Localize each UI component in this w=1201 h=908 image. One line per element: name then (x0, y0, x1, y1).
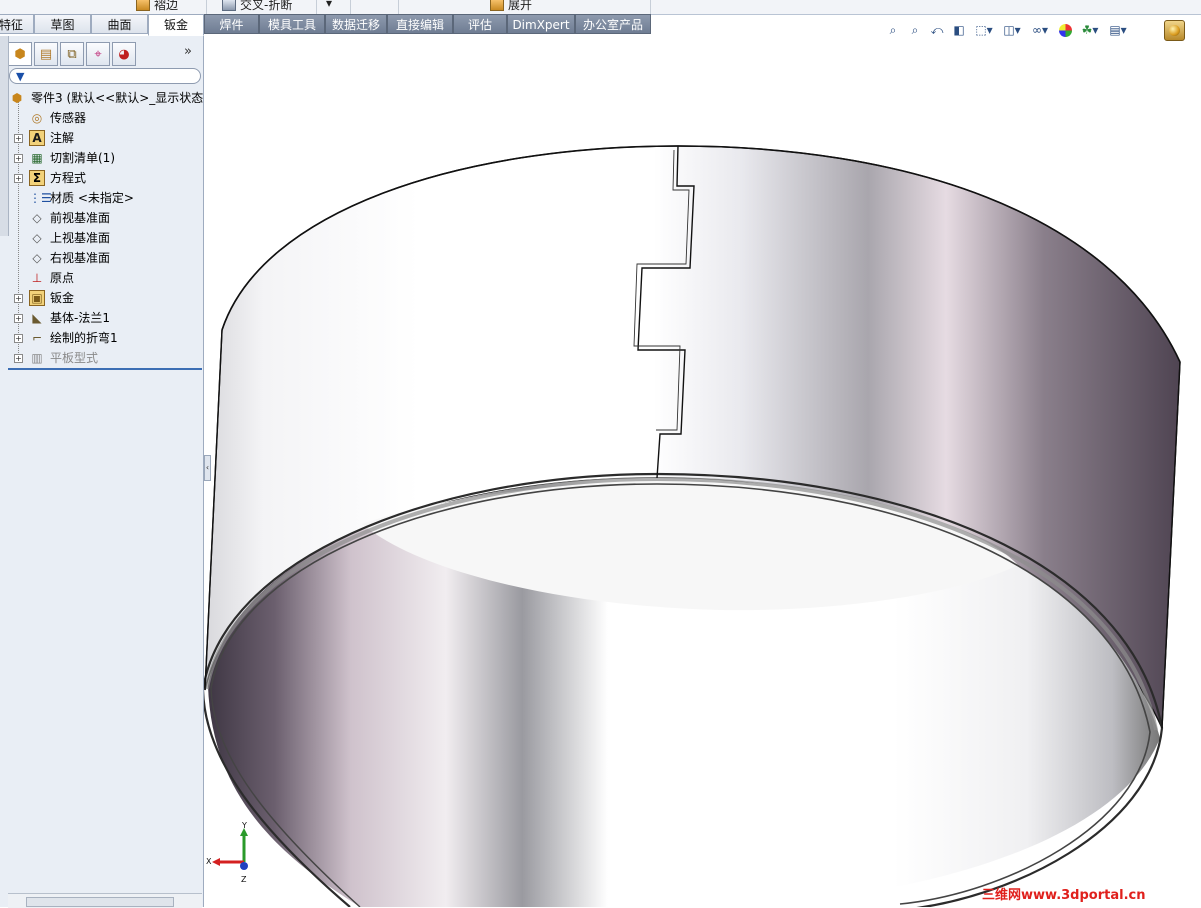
tab-features[interactable]: 特征 (0, 14, 34, 34)
configuration-manager-tab-icon[interactable]: ⧉ (60, 42, 84, 66)
graphics-viewport[interactable] (204, 36, 1201, 907)
triad-y-label: Y (241, 821, 247, 830)
tab-direct-editing[interactable]: 直接编辑 (387, 14, 453, 34)
ribbon-button-unfold[interactable]: 展开 (490, 0, 532, 13)
tab-office-products[interactable]: 办公室产品 (575, 14, 651, 34)
ribbon-strip: 褶边 交叉-折断 ▾ 展开 (0, 0, 1201, 15)
tab-dimxpert[interactable]: DimXpert (507, 14, 575, 34)
sheetmetal-icon: ▣ (29, 290, 45, 306)
material-icon: ⋮☰ (29, 191, 52, 205)
feature-filter-input[interactable]: ▼ (9, 68, 201, 84)
sensor-icon: ◎ (31, 111, 43, 125)
tab-evaluate[interactable]: 评估 (453, 14, 507, 34)
tab-sheet-metal[interactable]: 钣金 (148, 14, 204, 36)
rollback-bar[interactable] (8, 368, 202, 370)
equation-icon: Σ (29, 170, 45, 186)
ribbon-button-cross-break[interactable]: 交叉-折断 (222, 0, 292, 13)
expand-toggle[interactable]: + (14, 134, 23, 143)
expand-toggle[interactable]: + (14, 334, 23, 343)
feature-manager-tab-icon[interactable]: ⬢ (8, 42, 32, 66)
cross-break-icon (222, 0, 236, 11)
tab-sketch[interactable]: 草图 (34, 14, 91, 34)
origin-icon: ⊥ (31, 271, 43, 285)
dimxpert-manager-tab-icon[interactable]: ⌖ (86, 42, 110, 66)
cutlist-icon: ▦ (31, 151, 43, 165)
feature-manager-panel: ⬢ ▤ ⧉ ⌖ ◕ » ▼ ⬢ 零件3 (默认<<默认>_显示状态 ◎ 传感器 … (0, 36, 204, 907)
expand-toggle[interactable]: + (14, 294, 23, 303)
panel-horizontal-scrollbar[interactable] (8, 893, 202, 908)
panel-tabs: ⬢ ▤ ⧉ ⌖ ◕ (8, 42, 136, 68)
sketched-bend-icon: ⌐ (31, 331, 43, 345)
site-watermark: 三维网www.3dportal.cn (982, 888, 1146, 903)
base-flange-icon: ◣ (32, 311, 42, 325)
triad-x-label: X (206, 857, 212, 866)
ribbon-separator (206, 0, 207, 14)
command-tabs: 特征 草图 曲面 钣金 焊件 模具工具 数据迁移 直接编辑 评估 DimXper… (0, 14, 651, 36)
expand-toggle[interactable]: + (14, 314, 23, 323)
annotation-icon: A (29, 130, 45, 146)
triad-z-label: Z (241, 875, 247, 884)
tab-mold-tools[interactable]: 模具工具 (259, 14, 325, 34)
expand-toggle[interactable]: + (14, 154, 23, 163)
ribbon-button-hem[interactable]: 褶边 (136, 0, 178, 13)
plane-icon: ◇ (32, 211, 42, 225)
tab-surfaces[interactable]: 曲面 (91, 14, 148, 34)
ribbon-separator (316, 0, 317, 14)
part-icon: ⬢ (11, 91, 23, 105)
plane-icon: ◇ (32, 231, 42, 245)
ribbon-separator (398, 0, 399, 14)
hem-icon (136, 0, 150, 11)
tab-data-migration[interactable]: 数据迁移 (325, 14, 387, 34)
tab-weldments[interactable]: 焊件 (204, 14, 259, 34)
unfold-icon (490, 0, 504, 11)
filter-icon: ▼ (16, 70, 25, 83)
ribbon-more-dropdown[interactable]: ▾ (326, 0, 332, 10)
display-manager-tab-icon[interactable]: ◕ (112, 42, 136, 66)
scrollbar-thumb[interactable] (26, 897, 174, 907)
ribbon-separator (650, 0, 651, 14)
expand-toggle[interactable]: + (14, 354, 23, 363)
reference-triad: Y X Z (206, 821, 248, 884)
property-manager-tab-icon[interactable]: ▤ (34, 42, 58, 66)
flat-pattern-icon: ▥ (31, 351, 43, 365)
expand-toggle[interactable]: + (14, 174, 23, 183)
panel-expand-button[interactable]: » (184, 44, 192, 59)
ribbon-separator (350, 0, 351, 14)
plane-icon: ◇ (32, 251, 42, 265)
panel-left-edge (0, 36, 9, 236)
